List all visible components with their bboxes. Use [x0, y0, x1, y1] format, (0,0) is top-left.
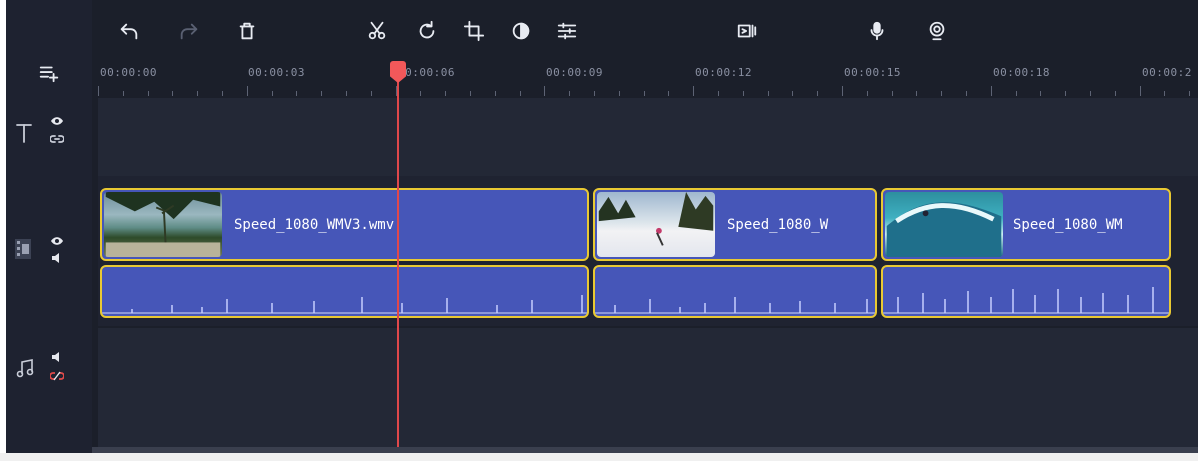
ruler-tick [817, 91, 819, 96]
add-track-icon[interactable] [36, 60, 62, 86]
ruler-tick [1164, 91, 1166, 96]
ruler-tick [197, 91, 199, 96]
ruler-tick [1139, 86, 1141, 96]
audio-waveform [883, 287, 1169, 314]
audio-clip[interactable] [593, 265, 877, 318]
ruler-tick [122, 91, 124, 96]
ruler-tick [742, 91, 744, 96]
ruler-tick [445, 91, 447, 96]
music-track-icon [16, 359, 34, 378]
clip-title: Speed_1080_WM [1013, 216, 1123, 233]
timecode-label: 00:00:00 [100, 66, 157, 79]
color-adjust-icon[interactable] [508, 18, 534, 44]
panel-bottom-edge [0, 453, 1198, 461]
cut-icon[interactable] [364, 18, 390, 44]
ruler-tick [346, 91, 347, 96]
video-track-controls [6, 230, 92, 270]
ruler-tick [544, 86, 546, 96]
ruler-tick [321, 91, 323, 96]
ruler-tick [966, 91, 967, 96]
ruler-tick [172, 91, 174, 96]
video-clip[interactable]: Speed_1080_WM [881, 188, 1171, 261]
timeline-ruler[interactable]: 00:00:00 00:00:03 00:00:06 00:00:09 00:0… [98, 58, 1198, 96]
ruler-tick [569, 91, 571, 96]
clip-thumbnail [885, 192, 1003, 257]
ruler-tick [296, 91, 298, 96]
ruler-tick [1065, 91, 1067, 96]
timecode-label: 00:00:12 [695, 66, 752, 79]
clip-title: Speed_1080_W [727, 216, 829, 233]
ruler-tick [1040, 91, 1042, 96]
clip-thumbnail [597, 192, 715, 257]
ruler-tick [693, 86, 695, 96]
audio-waveform [102, 295, 587, 314]
audio-waveform [595, 297, 875, 314]
ruler-tick [618, 91, 620, 96]
undo-icon[interactable] [116, 18, 142, 44]
video-clip[interactable]: Speed_1080_W [593, 188, 877, 261]
ruler-tick [1015, 91, 1017, 96]
eye-icon[interactable] [50, 236, 64, 246]
speaker-icon[interactable] [50, 252, 64, 264]
audio-track[interactable] [98, 328, 1198, 447]
ruler-tick [891, 91, 893, 96]
clip-title: Speed_1080_WMV3.wmv [234, 216, 395, 233]
ruler-tick [1114, 91, 1116, 96]
timecode-label: 00:00:09 [546, 66, 603, 79]
ruler-tick [866, 91, 868, 96]
ruler-tick [718, 91, 719, 96]
ruler-tick [470, 91, 471, 96]
ruler-tick [246, 86, 248, 96]
delete-icon[interactable] [234, 18, 260, 44]
video-clip[interactable]: Speed_1080_WMV3.wmv [100, 188, 589, 261]
ruler-tick [370, 91, 372, 96]
rotate-icon[interactable] [414, 18, 440, 44]
ruler-tick [98, 86, 99, 96]
ruler-tick [271, 91, 273, 96]
clip-thumbnail [104, 192, 222, 257]
audio-clip[interactable] [100, 265, 589, 318]
audio-track-controls [6, 345, 92, 395]
crop-icon[interactable] [461, 18, 487, 44]
timecode-label: 00:00:03 [248, 66, 305, 79]
unlink-icon[interactable] [50, 371, 64, 381]
ruler-tick [222, 91, 223, 96]
ruler-tick [420, 91, 422, 96]
ruler-tick [519, 91, 521, 96]
properties-icon[interactable] [554, 18, 580, 44]
redo-icon[interactable] [176, 18, 202, 44]
ruler-tick [668, 91, 670, 96]
video-track-icon [15, 239, 31, 259]
timecode-label: 00:00:06 [398, 66, 455, 79]
playhead-line[interactable] [397, 70, 399, 453]
text-track-icon [16, 124, 32, 143]
ruler-tick [147, 91, 149, 96]
ruler-tick [990, 86, 992, 96]
audio-clip[interactable] [881, 265, 1171, 318]
speaker-icon[interactable] [50, 351, 64, 363]
timecode-label: 00:00:15 [844, 66, 901, 79]
transitions-icon[interactable] [734, 18, 760, 44]
text-track-controls [6, 100, 92, 176]
text-track[interactable] [98, 98, 1198, 176]
timecode-label: 00:00:18 [993, 66, 1050, 79]
ruler-tick [842, 86, 843, 96]
ruler-tick [767, 91, 769, 96]
ruler-tick [1189, 91, 1191, 96]
webcam-icon[interactable] [924, 18, 950, 44]
ruler-tick [494, 91, 496, 96]
ruler-tick [594, 91, 595, 96]
timecode-label: 00:00:2 [1142, 66, 1192, 79]
ruler-tick [643, 91, 645, 96]
ruler-tick [1090, 91, 1091, 96]
record-voice-icon[interactable] [864, 18, 890, 44]
ruler-tick [792, 91, 794, 96]
eye-icon[interactable] [50, 116, 64, 126]
timeline-panel: 00:00:00 00:00:03 00:00:06 00:00:09 00:0… [6, 0, 1198, 453]
link-icon[interactable] [50, 134, 64, 144]
ruler-tick [941, 91, 943, 96]
ruler-tick [916, 91, 918, 96]
